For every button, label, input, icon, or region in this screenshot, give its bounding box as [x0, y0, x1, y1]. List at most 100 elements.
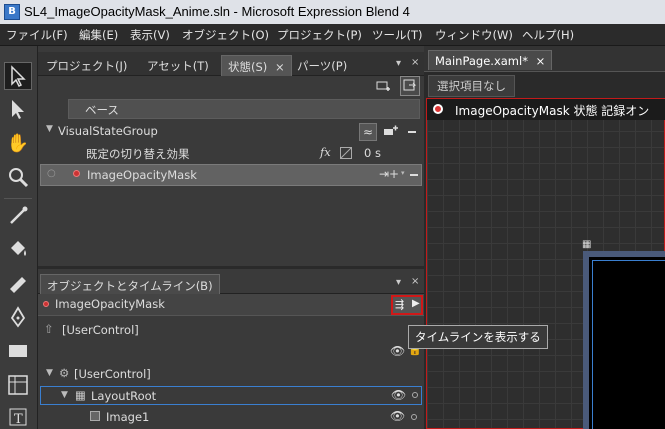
grid-icon: ▦	[75, 388, 86, 402]
default-transition-row[interactable]: 既定の切り替え効果 fx 0 s	[38, 144, 424, 164]
tree-row-image1[interactable]: Image1 👁	[38, 407, 424, 427]
recording-status-text: ImageOpacityMask 状態 記録オン	[455, 104, 650, 118]
usercontrol-icon: ⚙	[59, 366, 70, 380]
document-tab-label: MainPage.xaml*	[435, 54, 528, 68]
objects-timeline-header: オブジェクトとタイムライン(B) ▾ ×	[38, 272, 424, 294]
lock-toggle-icon[interactable]	[412, 392, 418, 398]
layoutroot-selection-outline	[592, 260, 665, 429]
collapse-arrow-icon[interactable]: ▼	[61, 390, 68, 400]
current-state-row: ImageOpacityMask ⇶ ▶	[38, 294, 424, 316]
menu-project[interactable]: プロジェクト(P)	[277, 27, 362, 43]
artboard-area: MainPage.xaml* × 選択項目なし ImageOpacityMask…	[424, 46, 665, 429]
paint-bucket-tool-icon[interactable]	[4, 236, 32, 264]
grid-layout-tool-icon[interactable]	[4, 372, 32, 400]
tab-states-close-icon[interactable]: ×	[275, 60, 285, 74]
recording-indicator-icon[interactable]	[433, 104, 443, 114]
panel-close-icon[interactable]: ×	[411, 57, 419, 68]
pin-icon[interactable]: ▾	[396, 58, 401, 69]
tab-states[interactable]: 状態(S) ×	[221, 55, 292, 76]
menu-help[interactable]: ヘルプ(H)	[522, 27, 574, 43]
state-group-row[interactable]: ▼ VisualStateGroup ≈	[38, 122, 424, 142]
scope-label: [UserControl]	[62, 323, 139, 337]
title-bar: B SL4_ImageOpacityMask_Anime.sln - Micro…	[0, 0, 665, 24]
timeline-icon: ⇶	[395, 298, 405, 311]
zoom-tool-icon[interactable]	[4, 164, 32, 192]
easing-graph-icon[interactable]	[340, 147, 352, 159]
lock-toggle-icon[interactable]	[411, 414, 417, 420]
scope-row[interactable]: ⇧ [UserControl]	[38, 320, 424, 340]
recording-dot-icon	[43, 301, 49, 307]
tree-label: Image1	[106, 410, 150, 424]
image-icon	[90, 411, 100, 421]
visibility-eye-icon[interactable]: 👁	[391, 388, 406, 402]
tab-parts[interactable]: パーツ(P)	[291, 55, 353, 76]
default-transition-label: 既定の切り替え効果	[86, 147, 190, 161]
recording-banner: ImageOpacityMask 状態 記録オン	[427, 99, 665, 120]
remove-group-icon[interactable]	[404, 124, 420, 140]
text-tool-icon[interactable]: T	[4, 404, 32, 429]
states-panel: プロジェクト(J) アセット(T) 状態(S) × パーツ(P) ▾ × ベース…	[38, 46, 424, 429]
tab-states-label: 状態(S)	[228, 60, 268, 74]
menu-view[interactable]: 表示(V)	[130, 27, 170, 43]
easing-function-icon[interactable]: fx	[320, 145, 331, 159]
selection-tool-icon[interactable]	[4, 62, 32, 90]
collapse-arrow-icon[interactable]: ▼	[46, 124, 53, 134]
document-tab-close-icon[interactable]: ×	[536, 54, 546, 68]
recording-dot-icon	[73, 170, 80, 177]
remove-state-icon[interactable]	[408, 166, 420, 185]
grid-adorner-icon[interactable]: ▦	[582, 239, 591, 250]
visibility-eye-icon[interactable]: 👁	[390, 344, 405, 358]
menu-tools[interactable]: ツール(T)	[372, 27, 423, 43]
panel-splitter[interactable]	[38, 266, 424, 269]
breadcrumb-selection[interactable]: 選択項目なし	[428, 75, 515, 97]
transition-duration[interactable]: 0 s	[364, 146, 381, 160]
show-transition-preview-icon[interactable]	[400, 76, 420, 96]
fluid-layout-icon[interactable]: ≈	[359, 123, 377, 141]
tree-label: LayoutRoot	[91, 389, 157, 403]
objects-close-icon[interactable]: ×	[411, 276, 419, 287]
tab-assets[interactable]: アセット(T)	[141, 55, 215, 76]
base-state-row[interactable]: ベース	[68, 99, 420, 119]
blend-app-icon: B	[4, 4, 20, 20]
show-timeline-button[interactable]: ⇶ ▶	[391, 295, 423, 315]
collapse-arrow-icon[interactable]: ▼	[46, 368, 53, 378]
eyedropper-tool-icon[interactable]	[4, 202, 32, 230]
transition-dropdown-icon[interactable]: ▾	[401, 169, 405, 177]
state-pin-circle-icon[interactable]: ○	[47, 168, 56, 179]
show-timeline-tooltip: タイムラインを表示する	[408, 325, 548, 349]
objects-pin-icon[interactable]: ▾	[396, 277, 401, 288]
tree-label: [UserControl]	[74, 367, 151, 381]
menu-file[interactable]: ファイル(F)	[6, 27, 68, 43]
expand-arrow-icon: ▶	[412, 298, 420, 309]
gradient-tool-icon[interactable]	[4, 270, 32, 298]
svg-text:T: T	[14, 412, 23, 427]
toolbox-divider	[4, 198, 32, 199]
scope-up-icon[interactable]: ⇧	[44, 322, 54, 336]
tab-mainpage-xaml[interactable]: MainPage.xaml* ×	[428, 50, 553, 70]
visibility-eye-icon[interactable]: 👁	[390, 409, 405, 423]
pan-tool-icon[interactable]: ✋	[4, 130, 32, 158]
layoutroot-grid-preview[interactable]	[583, 251, 665, 429]
toolbox: ✋ T	[0, 46, 38, 429]
tab-project[interactable]: プロジェクト(J)	[40, 55, 133, 76]
tree-row-layoutroot[interactable]: ▼ ▦ LayoutRoot 👁	[40, 386, 422, 405]
current-state-name: ImageOpacityMask	[55, 297, 165, 311]
add-state-icon[interactable]	[383, 124, 399, 140]
window-title: SL4_ImageOpacityMask_Anime.sln - Microso…	[24, 4, 410, 19]
rectangle-tool-icon[interactable]	[4, 338, 32, 366]
direct-selection-tool-icon[interactable]	[4, 96, 32, 124]
menu-edit[interactable]: 編集(E)	[79, 27, 118, 43]
pen-tool-icon[interactable]	[4, 304, 32, 332]
add-state-group-icon[interactable]	[375, 79, 391, 95]
menu-object[interactable]: オブジェクト(O)	[182, 27, 269, 43]
state-row-imageopacitymask[interactable]: ○ ImageOpacityMask ⇥+ ▾	[40, 164, 422, 186]
tree-row-usercontrol[interactable]: ▼ ⚙ [UserControl]	[38, 364, 424, 384]
menu-bar: ファイル(F) 編集(E) 表示(V) オブジェクト(O) プロジェクト(P) …	[0, 24, 665, 46]
panel-tabstrip: プロジェクト(J) アセット(T) 状態(S) × パーツ(P) ▾ ×	[38, 52, 424, 76]
artboard-canvas[interactable]: ImageOpacityMask 状態 記録オン ▦	[426, 98, 665, 429]
visibility-header-row: 👁 🔒	[38, 342, 424, 362]
add-transition-icon[interactable]: ⇥+	[379, 167, 399, 181]
tab-objects-timeline[interactable]: オブジェクトとタイムライン(B)	[40, 274, 220, 294]
menu-window[interactable]: ウィンドウ(W)	[435, 27, 513, 43]
state-group-name: VisualStateGroup	[58, 124, 158, 138]
